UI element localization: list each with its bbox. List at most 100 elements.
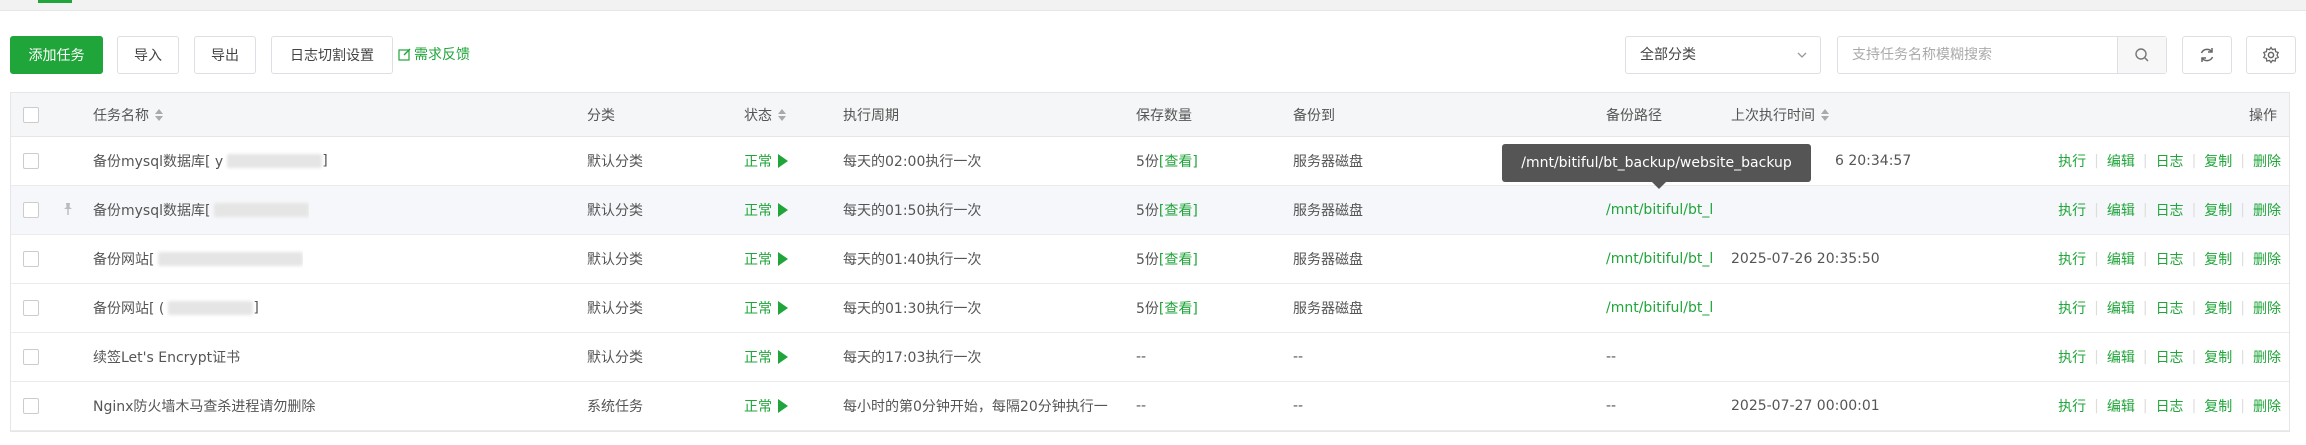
- run-action[interactable]: 执行: [2058, 298, 2086, 318]
- row-checkbox[interactable]: [23, 300, 39, 316]
- copy-action[interactable]: 复制: [2204, 298, 2232, 318]
- search-button[interactable]: [2117, 37, 2166, 73]
- task-backup-to: 服务器磁盘: [1293, 252, 1363, 268]
- copy-action[interactable]: 复制: [2204, 396, 2232, 416]
- edit-action[interactable]: 编辑: [2107, 200, 2135, 220]
- edit-action[interactable]: 编辑: [2107, 298, 2135, 318]
- log-action[interactable]: 日志: [2156, 200, 2184, 220]
- play-icon[interactable]: [778, 252, 788, 266]
- play-icon[interactable]: [778, 203, 788, 217]
- row-checkbox[interactable]: [23, 398, 39, 414]
- task-backup-path[interactable]: /mnt/bitiful/bt_l: [1606, 186, 1713, 234]
- run-action[interactable]: 执行: [2058, 200, 2086, 220]
- log-cut-settings-button[interactable]: 日志切割设置: [271, 36, 393, 74]
- copy-action[interactable]: 复制: [2204, 200, 2232, 220]
- sort-icon[interactable]: [1821, 108, 1829, 121]
- task-status[interactable]: 正常: [744, 137, 788, 185]
- feedback-label: 需求反馈: [414, 47, 470, 63]
- task-backup-to: --: [1293, 398, 1304, 414]
- log-action[interactable]: 日志: [2156, 249, 2184, 269]
- task-keep: 5份 [查看]: [1136, 235, 1198, 283]
- play-icon[interactable]: [778, 301, 788, 315]
- run-action[interactable]: 执行: [2058, 249, 2086, 269]
- copy-action[interactable]: 复制: [2204, 347, 2232, 367]
- task-backup-path: --: [1606, 398, 1617, 414]
- log-action[interactable]: 日志: [2156, 347, 2184, 367]
- top-tab-bar: [0, 0, 2306, 11]
- play-icon[interactable]: [778, 154, 788, 168]
- task-cycle: 每小时的第0分钟开始，每隔20分钟执行一: [843, 399, 1108, 415]
- sort-icon[interactable]: [778, 108, 786, 121]
- sort-icon[interactable]: [155, 108, 163, 121]
- view-backups-link[interactable]: [查看]: [1159, 200, 1198, 220]
- redacted-text: [168, 301, 254, 315]
- copy-action[interactable]: 复制: [2204, 249, 2232, 269]
- delete-action[interactable]: 删除: [2253, 200, 2281, 220]
- delete-action[interactable]: 删除: [2253, 396, 2281, 416]
- run-action[interactable]: 执行: [2058, 396, 2086, 416]
- table-row: 续签Let's Encrypt证书 默认分类 正常 每天的17:03执行一次 -…: [11, 333, 2289, 382]
- edit-action[interactable]: 编辑: [2107, 151, 2135, 171]
- log-action[interactable]: 日志: [2156, 396, 2184, 416]
- column-backup-to: 备份到: [1293, 107, 1335, 124]
- view-backups-link[interactable]: [查看]: [1159, 298, 1198, 318]
- row-checkbox[interactable]: [23, 349, 39, 365]
- task-status[interactable]: 正常: [744, 235, 788, 283]
- delete-action[interactable]: 删除: [2253, 249, 2281, 269]
- task-name: Nginx防火墙木马查杀进程请勿删除: [93, 399, 316, 415]
- view-backups-link[interactable]: [查看]: [1159, 151, 1198, 171]
- task-status[interactable]: 正常: [744, 284, 788, 332]
- task-name: 备份网站[: [93, 235, 304, 283]
- table-row: 备份网站[ (] 默认分类 正常 每天的01:30执行一次 5份 [查看] 服务器…: [11, 284, 2289, 333]
- task-category: 默认分类: [587, 301, 643, 317]
- delete-action[interactable]: 删除: [2253, 151, 2281, 171]
- task-name: 备份mysql数据库[ y ]: [93, 153, 328, 170]
- row-checkbox[interactable]: [23, 202, 39, 218]
- task-backup-to: 服务器磁盘: [1293, 203, 1363, 219]
- delete-action[interactable]: 删除: [2253, 347, 2281, 367]
- row-checkbox[interactable]: [23, 153, 39, 169]
- task-status[interactable]: 正常: [744, 333, 788, 381]
- task-backup-path[interactable]: /mnt/bitiful/bt_l: [1606, 235, 1713, 283]
- run-action[interactable]: 执行: [2058, 151, 2086, 171]
- task-status[interactable]: 正常: [744, 186, 788, 234]
- run-action[interactable]: 执行: [2058, 347, 2086, 367]
- task-status[interactable]: 正常: [744, 382, 788, 430]
- column-name[interactable]: 任务名称: [93, 93, 163, 136]
- log-action[interactable]: 日志: [2156, 151, 2184, 171]
- import-button[interactable]: 导入: [117, 36, 179, 74]
- column-last-run[interactable]: 上次执行时间: [1731, 93, 1829, 136]
- select-all-checkbox[interactable]: [23, 106, 39, 123]
- edit-action[interactable]: 编辑: [2107, 396, 2135, 416]
- task-last-run: 2025-07-26 20:35:50: [1731, 251, 1880, 267]
- edit-icon: [398, 48, 411, 61]
- redacted-text: [158, 252, 304, 266]
- play-icon[interactable]: [778, 399, 788, 413]
- settings-button[interactable]: [2246, 36, 2296, 74]
- edit-action[interactable]: 编辑: [2107, 347, 2135, 367]
- row-actions: 执行 | 编辑 | 日志 | 复制 | 删除: [2058, 347, 2281, 367]
- feedback-link[interactable]: 需求反馈: [398, 36, 470, 74]
- column-status[interactable]: 状态: [744, 93, 786, 136]
- search-input[interactable]: [1850, 46, 2114, 64]
- task-name: 备份网站[ (]: [93, 300, 259, 317]
- export-button[interactable]: 导出: [194, 36, 256, 74]
- row-actions: 执行 | 编辑 | 日志 | 复制 | 删除: [2058, 298, 2281, 318]
- refresh-button[interactable]: [2182, 36, 2232, 74]
- view-backups-link[interactable]: [查看]: [1159, 249, 1198, 269]
- add-task-button[interactable]: 添加任务: [10, 36, 103, 74]
- task-backup-path[interactable]: /mnt/bitiful/bt_l: [1606, 284, 1713, 332]
- play-icon[interactable]: [778, 350, 788, 364]
- delete-action[interactable]: 删除: [2253, 298, 2281, 318]
- gear-icon: [2262, 46, 2280, 64]
- pin-icon[interactable]: [61, 202, 75, 216]
- task-cycle: 每天的01:50执行一次: [843, 203, 982, 219]
- row-checkbox[interactable]: [23, 251, 39, 267]
- category-select[interactable]: 全部分类: [1625, 36, 1821, 74]
- column-keep: 保存数量: [1136, 107, 1192, 124]
- log-action[interactable]: 日志: [2156, 298, 2184, 318]
- edit-action[interactable]: 编辑: [2107, 249, 2135, 269]
- task-backup-to: 服务器磁盘: [1293, 301, 1363, 317]
- table-row: 备份mysql数据库[ 默认分类 正常 每天的01:50执行一次 5份 [查看] …: [11, 186, 2289, 235]
- copy-action[interactable]: 复制: [2204, 151, 2232, 171]
